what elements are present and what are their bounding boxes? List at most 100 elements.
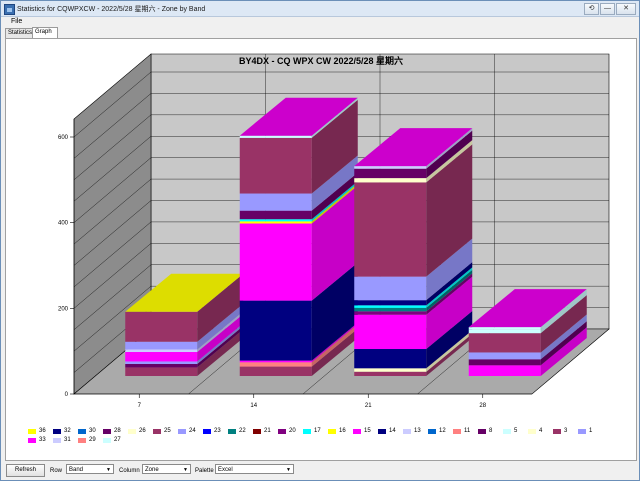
legend-item: 5 (503, 427, 517, 435)
legend-item: 32 (53, 427, 71, 435)
bar-segment-front (354, 168, 427, 179)
graph-panel: 0 200 400 600 7 14 21 28 BY4DX - CQ WPX CW 2022… (5, 38, 637, 461)
legend-item: 28 (103, 427, 121, 435)
legend-swatch (28, 437, 36, 443)
close-button[interactable]: ✕ (616, 3, 636, 15)
bar-segment-front (354, 368, 427, 372)
legend-label: 20 (289, 428, 296, 434)
legend-label: 27 (114, 437, 121, 443)
bar-segment-front (239, 300, 312, 361)
legend-swatch (103, 437, 111, 443)
legend-label: 8 (489, 428, 493, 434)
bar-segment-front (239, 360, 312, 363)
legend-swatch (78, 437, 86, 443)
legend-swatch (553, 428, 561, 434)
legend-swatch (303, 428, 311, 434)
bar-segment-front (468, 365, 541, 376)
menu-file[interactable]: File (11, 18, 22, 25)
legend-label: 28 (114, 428, 121, 434)
legend-swatch (53, 437, 61, 443)
legend-item: 14 (378, 427, 396, 435)
legend-item: 31 (53, 436, 71, 444)
chevron-down-icon: ▼ (286, 467, 291, 473)
legend-item: 13 (403, 427, 421, 435)
legend-item: 30 (78, 427, 96, 435)
chevron-down-icon: ▼ (183, 467, 188, 473)
menu-bar: File (1, 17, 639, 27)
bar-segment-front (125, 311, 198, 342)
bar-segment-front (239, 221, 312, 224)
row-select[interactable]: Band ▼ (66, 464, 114, 474)
legend-item: 1 (578, 427, 592, 435)
legend-label: 5 (514, 428, 518, 434)
x-tick-label: 14 (250, 403, 257, 409)
legend-item: 16 (328, 427, 346, 435)
legend-label: 23 (214, 428, 221, 434)
title-bar[interactable]: Statistics for CQWPXCW - 2022/5/28 星期六 -… (1, 1, 639, 17)
bar-segment-front (239, 219, 312, 222)
legend-label: 14 (389, 428, 396, 434)
window-title: Statistics for CQWPXCW - 2022/5/28 星期六 -… (17, 6, 206, 13)
tab-statistics[interactable]: Statistics (5, 28, 35, 38)
y-tick-label: 0 (65, 392, 69, 398)
legend-item: 15 (353, 427, 371, 435)
bar-segment-front (239, 137, 312, 194)
bar-segment-front (354, 276, 427, 301)
palette-select-value: Excel (218, 467, 233, 473)
stacked-bar-chart: 0 200 400 600 7 14 21 28 (58, 53, 610, 409)
app-icon (4, 4, 15, 15)
legend-swatch (378, 428, 386, 434)
legend-swatch (278, 428, 286, 434)
legend-swatch (203, 428, 211, 434)
bar-segment-front (125, 349, 198, 353)
legend-label: 31 (64, 437, 71, 443)
legend-label: 24 (189, 428, 196, 434)
legend-swatch (128, 428, 136, 434)
bar-segment-front (125, 364, 198, 368)
bar-segment-front (354, 178, 427, 183)
legend-label: 12 (439, 428, 446, 434)
legend-label: 11 (464, 428, 471, 434)
legend-item: 27 (103, 436, 121, 444)
legend-swatch (578, 428, 586, 434)
chart-title: BY4DX - CQ WPX CW 2022/5/28 星期六 (238, 56, 404, 66)
legend-item: 24 (178, 427, 196, 435)
legend-item: 11 (453, 427, 470, 435)
column-select[interactable]: Zone ▼ (142, 464, 191, 474)
legend-item: 29 (78, 436, 96, 444)
palette-select[interactable]: Excel ▼ (215, 464, 294, 474)
bar-segment-front (239, 210, 312, 220)
legend-swatch (153, 428, 161, 434)
legend-item: 17 (303, 427, 321, 435)
legend-item: 3 (553, 427, 567, 435)
legend-label: 25 (164, 428, 171, 434)
bottom-toolbar: Refresh Row Band ▼ Column Zone ▼ Palette E… (1, 463, 639, 480)
bar-segment-front (468, 352, 541, 360)
legend-label: 33 (39, 437, 46, 443)
bar-segment-front (354, 305, 427, 308)
legend-swatch (503, 428, 511, 434)
legend-item: 12 (428, 427, 446, 435)
legend-label: 26 (139, 428, 146, 434)
refresh-button[interactable]: Refresh (6, 464, 45, 477)
legend-item: 33 (28, 436, 46, 444)
legend-swatch (428, 428, 436, 434)
column-select-value: Zone (145, 467, 159, 473)
bar-segment-front (354, 300, 427, 306)
legend-label: 32 (64, 428, 71, 434)
legend-label: 3 (564, 428, 568, 434)
x-tick-label: 21 (365, 403, 372, 409)
legend-item: 22 (228, 427, 246, 435)
legend-item: 4 (528, 427, 542, 435)
legend-label: 21 (264, 428, 271, 434)
legend-label: 1 (589, 428, 593, 434)
bar-segment-front (239, 366, 312, 376)
bar-segment-front (125, 367, 198, 376)
minimize-button[interactable]: — (600, 3, 615, 15)
bar-segment-front (468, 329, 541, 334)
bar-segment-front (239, 135, 312, 138)
legend-swatch (78, 428, 86, 434)
legend-item: 26 (128, 427, 146, 435)
legend-label: 15 (364, 428, 371, 434)
restore-button[interactable]: ⟲ (584, 3, 599, 15)
